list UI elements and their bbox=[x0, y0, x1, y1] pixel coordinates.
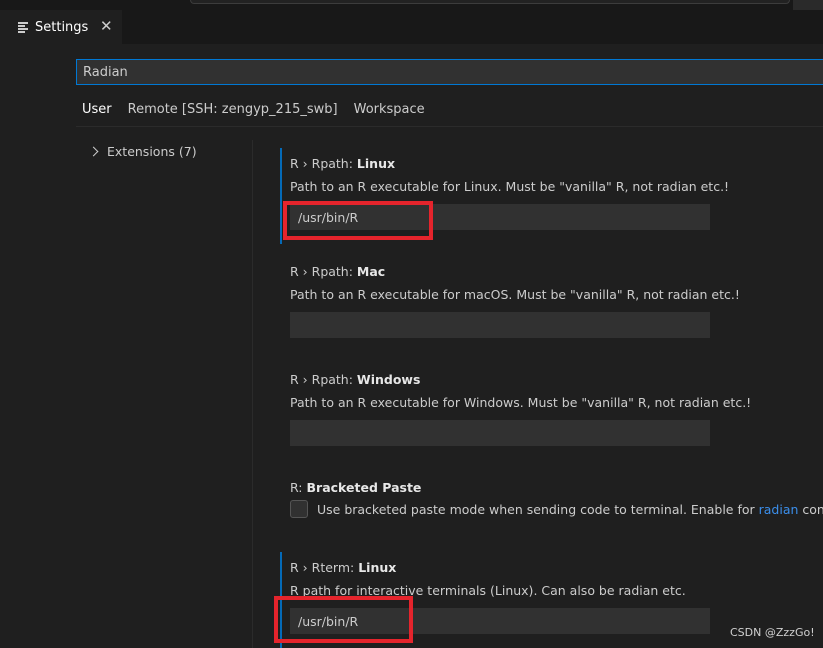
setting-title: R › Rterm: Linux bbox=[290, 560, 397, 575]
radian-link[interactable]: radian bbox=[759, 502, 799, 517]
scope-tabs: User Remote [SSH: zengyp_215_swb] Worksp… bbox=[76, 100, 435, 128]
close-icon[interactable]: ✕ bbox=[100, 18, 113, 34]
toc-item-extensions[interactable]: Extensions (7) bbox=[88, 144, 197, 159]
setting-description: Path to an R executable for macOS. Must … bbox=[290, 287, 740, 302]
settings-window: Settings ✕ User Remote [SSH: zengyp_215_… bbox=[0, 0, 823, 648]
settings-editor-icon bbox=[18, 21, 30, 33]
tab-label: Settings bbox=[35, 19, 89, 35]
setting-description: Use bracketed paste mode when sending co… bbox=[317, 502, 823, 517]
watermark: CSDN @ZzzGo! bbox=[730, 626, 815, 639]
setting-title: R › Rpath: Windows bbox=[290, 372, 421, 387]
setting-title: R › Rpath: Mac bbox=[290, 264, 386, 279]
toc-label: Extensions bbox=[107, 144, 175, 159]
rpath-mac-input[interactable] bbox=[290, 312, 710, 338]
setting-title: R › Rpath: Linux bbox=[290, 156, 396, 171]
settings-search-input[interactable] bbox=[76, 59, 823, 85]
rpath-windows-input[interactable] bbox=[290, 420, 710, 446]
bracketed-paste-checkbox[interactable] bbox=[290, 500, 308, 518]
chevron-right-icon bbox=[88, 146, 99, 157]
tab-user[interactable]: User bbox=[76, 100, 118, 127]
highlight-box-rterm bbox=[274, 596, 413, 643]
tab-settings[interactable]: Settings ✕ bbox=[0, 10, 122, 44]
highlight-box-rpath bbox=[283, 201, 433, 240]
toc-count: (7) bbox=[178, 144, 197, 159]
setting-description: Path to an R executable for Windows. Mus… bbox=[290, 395, 752, 410]
tab-bar-edge bbox=[793, 0, 823, 10]
setting-title: R: Bracketed Paste bbox=[290, 480, 422, 495]
scope-divider bbox=[76, 126, 823, 127]
setting-description: Path to an R executable for Linux. Must … bbox=[290, 179, 730, 194]
toc-divider bbox=[252, 140, 253, 648]
tab-remote[interactable]: Remote [SSH: zengyp_215_swb] bbox=[122, 100, 344, 127]
tab-bar: Settings ✕ bbox=[0, 0, 823, 44]
title-search-box[interactable] bbox=[190, 0, 790, 4]
tab-workspace[interactable]: Workspace bbox=[348, 100, 431, 127]
